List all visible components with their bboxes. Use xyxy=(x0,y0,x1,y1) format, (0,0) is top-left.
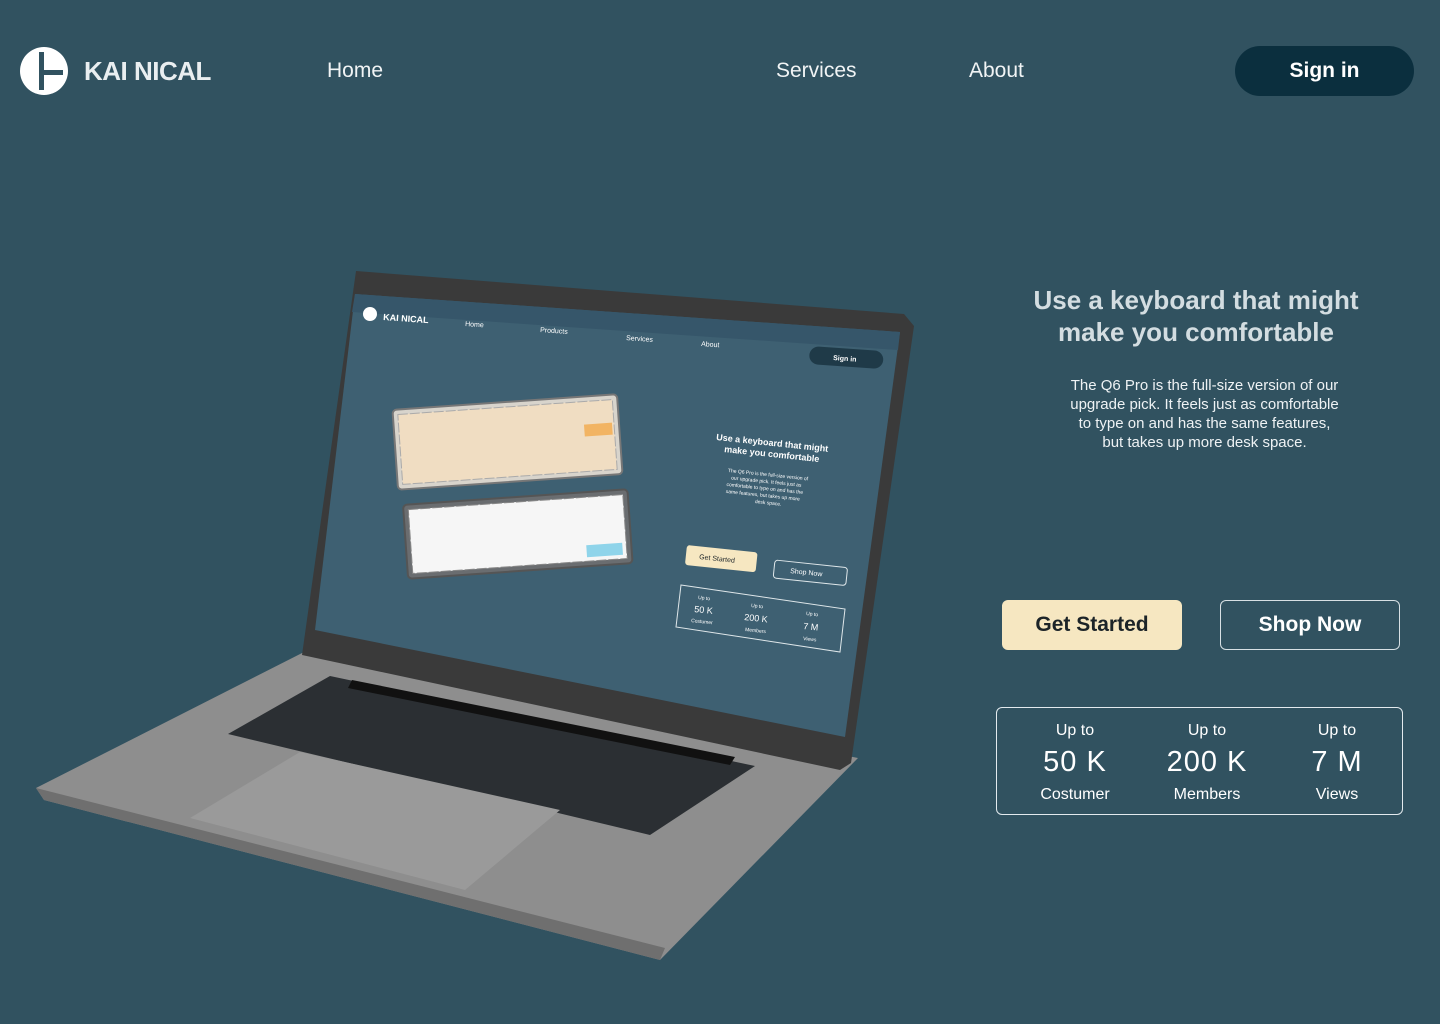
stat-views-prefix: Up to xyxy=(1317,722,1357,739)
stat-members-value: 200 K xyxy=(1166,746,1248,778)
mockup-stat-2-prefix: Up to xyxy=(751,603,764,610)
laptop-mockup-image: KAI NICAL Home Products Services About S… xyxy=(36,271,914,960)
mockup-stat-3-prefix: Up to xyxy=(806,611,819,618)
stat-customers-label: Costumer xyxy=(1040,786,1110,803)
stat-members-label: Members xyxy=(1173,786,1241,803)
shop-now-button[interactable]: Shop Now xyxy=(1220,600,1400,650)
stat-views-label: Views xyxy=(1315,786,1359,803)
mockup-nav-home: Home xyxy=(465,321,484,329)
mockup-nav-about: About xyxy=(701,341,720,349)
mockup-keyboard-white xyxy=(402,488,634,580)
hero-title: Use a keyboard that might make you comfo… xyxy=(1033,285,1359,347)
mockup-stat-1-value: 50 K xyxy=(694,604,713,616)
mockup-stat-3-value: 7 M xyxy=(803,621,819,633)
stat-members-prefix: Up to xyxy=(1187,722,1227,739)
hero-description: The Q6 Pro is the full-size version of o… xyxy=(1070,377,1339,451)
mockup-keyboard-beige xyxy=(391,393,624,491)
stat-customers-value: 50 K xyxy=(1043,746,1107,778)
stats-panel: Up to 50 K Costumer Up to 200 K Members … xyxy=(996,707,1403,815)
mockup-stat-1-prefix: Up to xyxy=(698,595,711,602)
get-started-button[interactable]: Get Started xyxy=(1002,600,1182,650)
stat-views-value: 7 M xyxy=(1311,746,1363,778)
stat-customers-prefix: Up to xyxy=(1055,722,1095,739)
